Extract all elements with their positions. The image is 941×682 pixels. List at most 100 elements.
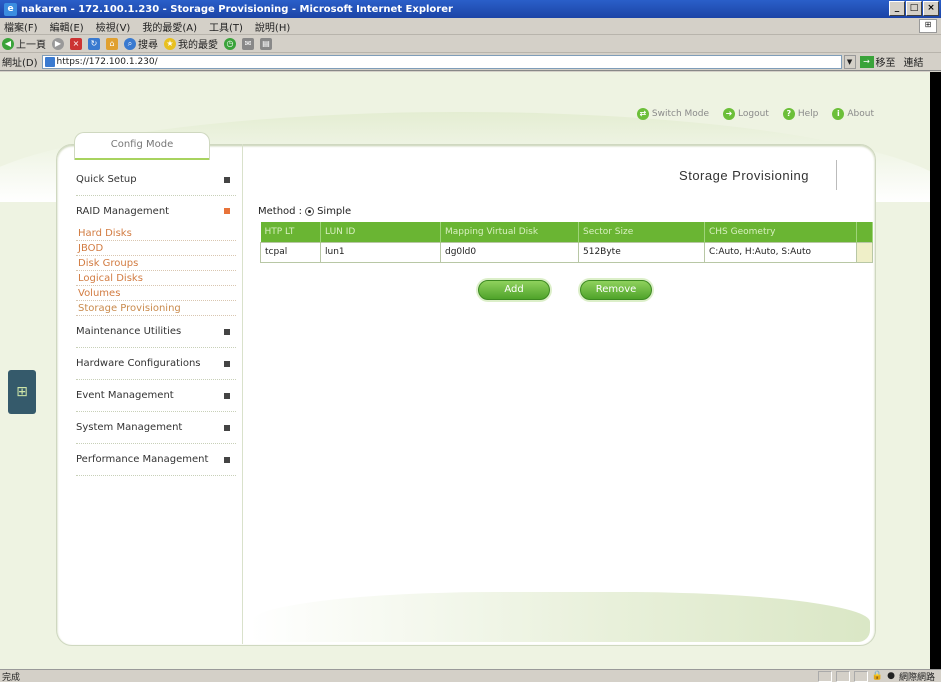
sidebar-subitem-logical-disks[interactable]: Logical Disks: [76, 271, 236, 286]
address-label: 網址(D): [2, 58, 38, 69]
window-title-bar: e nakaren - 172.100.1.230 - Storage Prov…: [0, 0, 941, 18]
logout-icon: ➜: [723, 108, 736, 120]
address-dropdown-button[interactable]: ▼: [843, 54, 856, 69]
print-icon: ▤: [260, 37, 272, 50]
back-arrow-icon: ◀: [2, 37, 14, 50]
history-icon: ◷: [224, 37, 236, 50]
go-button[interactable]: → 移至: [859, 54, 896, 69]
menu-help[interactable]: 說明(H): [255, 19, 290, 34]
status-cell: [853, 670, 868, 682]
star-icon: ★: [164, 37, 176, 50]
bullet-icon: [224, 424, 230, 431]
method-simple-label: Simple: [317, 206, 352, 217]
method-label: Method :: [258, 206, 303, 217]
favorites-button[interactable]: ★ 我的最愛: [164, 36, 218, 51]
table-cell: tcpal: [260, 241, 321, 263]
links-label[interactable]: 連結: [904, 54, 924, 69]
provisioning-table: HTP LT LUN ID Mapping Virtual Disk Secto…: [260, 222, 873, 263]
search-button[interactable]: ⌕ 搜尋: [124, 36, 158, 51]
windows-logo-icon: ⊞: [919, 19, 937, 33]
forward-arrow-icon: ▶: [52, 37, 64, 50]
sidebar-subitem-volumes[interactable]: Volumes: [76, 286, 236, 301]
sidebar-item-maintenance-utilities[interactable]: Maintenance Utilities: [76, 316, 236, 348]
app-background: ⇄ Switch Mode ➜ Logout ? Help i About Config…: [0, 72, 930, 669]
table-scroll-header: [856, 222, 873, 242]
table-scrollbar[interactable]: [856, 241, 873, 263]
sidebar-item-raid-management[interactable]: RAID Management: [76, 196, 236, 226]
browser-toolbar: ◀ 上一頁 ▶ × ↻ ⌂ ⌕ 搜尋 ★ 我的最愛 ◷ ✉ ▤: [0, 35, 941, 53]
search-icon: ⌕: [124, 37, 136, 50]
address-bar: 網址(D) https://172.100.1.230/ ▼ → 移至 連結: [0, 53, 941, 71]
minimize-button[interactable]: _: [889, 1, 905, 16]
menu-tools[interactable]: 工具(T): [209, 19, 243, 34]
page-viewport: ⇄ Switch Mode ➜ Logout ? Help i About Config…: [0, 72, 930, 669]
switch-icon: ⇄: [636, 108, 649, 120]
home-button[interactable]: ⌂: [106, 37, 118, 50]
bullet-icon: [224, 328, 230, 335]
sidebar: Quick Setup RAID Management Hard Disks J…: [76, 164, 236, 476]
forward-button[interactable]: ▶: [52, 37, 64, 50]
menu-bar: 檔案(F) 編輯(E) 檢視(V) 我的最愛(A) 工具(T) 說明(H) ⊞: [0, 18, 941, 35]
table-row[interactable]: tcpal lun1 dg0ld0 512Byte C:Auto, H:Auto…: [260, 241, 873, 263]
sidebar-subitem-disk-groups[interactable]: Disk Groups: [76, 256, 236, 271]
mail-icon: ✉: [242, 37, 254, 50]
print-button[interactable]: ▤: [260, 37, 272, 50]
help-link[interactable]: ? Help: [782, 108, 818, 120]
window-title: nakaren - 172.100.1.230 - Storage Provis…: [21, 3, 453, 15]
refresh-icon: ↻: [88, 37, 100, 50]
back-button[interactable]: ◀ 上一頁: [2, 36, 46, 51]
column-header[interactable]: LUN ID: [320, 222, 441, 242]
sidebar-subitem-storage-provisioning[interactable]: Storage Provisioning: [76, 301, 236, 316]
internet-zone-icon: ●: [887, 671, 895, 681]
sidebar-item-performance-management[interactable]: Performance Management: [76, 444, 236, 476]
table-header-row: HTP LT LUN ID Mapping Virtual Disk Secto…: [260, 222, 873, 242]
sidebar-subitem-jbod[interactable]: JBOD: [76, 241, 236, 256]
menu-favorites[interactable]: 我的最愛(A): [142, 19, 197, 34]
address-input[interactable]: https://172.100.1.230/: [41, 54, 842, 69]
about-link[interactable]: i About: [832, 108, 874, 120]
close-button[interactable]: ×: [923, 1, 939, 16]
stop-button[interactable]: ×: [70, 37, 82, 50]
bullet-icon: [224, 392, 230, 399]
table-cell: lun1: [320, 241, 441, 263]
help-icon: ?: [782, 108, 795, 120]
status-cell: [835, 670, 850, 682]
column-header[interactable]: CHS Geometry: [704, 222, 857, 242]
stop-icon: ×: [70, 37, 82, 50]
column-header[interactable]: Mapping Virtual Disk: [440, 222, 579, 242]
status-text: 完成: [2, 672, 21, 682]
menu-view[interactable]: 檢視(V): [96, 19, 131, 34]
sidebar-subitem-hard-disks[interactable]: Hard Disks: [76, 226, 236, 241]
remove-button[interactable]: Remove: [580, 280, 652, 300]
network-icon[interactable]: ⊞: [8, 370, 36, 414]
sidebar-item-event-management[interactable]: Event Management: [76, 380, 236, 412]
maximize-button[interactable]: □: [906, 1, 922, 16]
switch-mode-link[interactable]: ⇄ Switch Mode: [636, 108, 709, 120]
column-header[interactable]: HTP LT: [260, 222, 321, 242]
table-cell: 512Byte: [578, 241, 705, 263]
ie-icon: e: [4, 2, 17, 16]
method-simple-radio[interactable]: [305, 207, 315, 216]
action-buttons: Add Remove: [478, 280, 652, 300]
add-button[interactable]: Add: [478, 280, 550, 300]
method-row: Method : Simple: [258, 206, 351, 217]
mail-button[interactable]: ✉: [242, 37, 254, 50]
menu-edit[interactable]: 編輯(E): [50, 19, 84, 34]
refresh-button[interactable]: ↻: [88, 37, 100, 50]
table-cell: C:Auto, H:Auto, S:Auto: [704, 241, 857, 263]
bullet-icon: [224, 208, 230, 214]
page-title: Storage Provisioning: [679, 168, 809, 183]
lock-icon: 🔒: [871, 671, 884, 681]
logout-link[interactable]: ➜ Logout: [723, 108, 769, 120]
top-links: ⇄ Switch Mode ➜ Logout ? Help i About: [636, 108, 874, 120]
history-button[interactable]: ◷: [224, 37, 236, 50]
page-scrollbar[interactable]: [930, 72, 941, 669]
sidebar-item-system-management[interactable]: System Management: [76, 412, 236, 444]
column-header[interactable]: Sector Size: [578, 222, 705, 242]
menu-file[interactable]: 檔案(F): [4, 19, 38, 34]
status-cell: [817, 670, 832, 682]
config-mode-tab[interactable]: Config Mode: [74, 132, 210, 160]
table-cell: dg0ld0: [440, 241, 579, 263]
sidebar-item-hardware-configurations[interactable]: Hardware Configurations: [76, 348, 236, 380]
sidebar-item-quick-setup[interactable]: Quick Setup: [76, 164, 236, 196]
